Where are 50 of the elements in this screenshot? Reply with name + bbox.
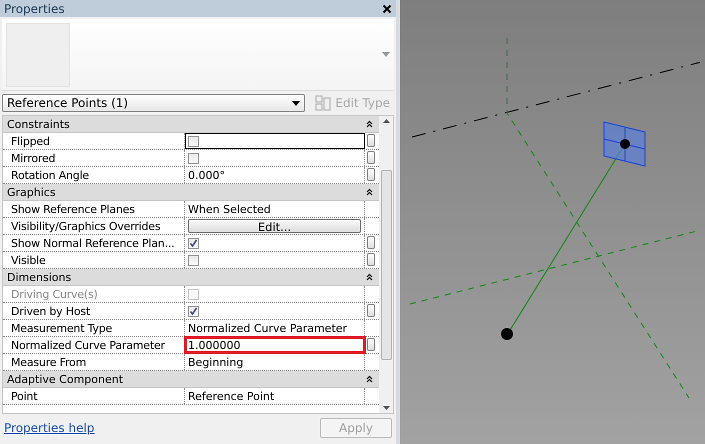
checkbox[interactable] bbox=[188, 238, 199, 248]
collapse-icon[interactable] bbox=[366, 120, 373, 128]
group-header[interactable]: Constraints bbox=[3, 116, 379, 133]
associate-parameter-button[interactable] bbox=[367, 134, 375, 147]
associate-parameter-button[interactable] bbox=[367, 151, 375, 164]
property-label: Normalized Curve Parameter bbox=[3, 337, 185, 353]
checkbox[interactable] bbox=[188, 306, 199, 316]
window-title: Properties bbox=[4, 2, 65, 16]
property-label: Driving Curve(s) bbox=[3, 286, 185, 302]
property-value[interactable]: Normalized Curve Parameter bbox=[188, 322, 348, 334]
property-label: Mirrored bbox=[3, 150, 185, 166]
property-value[interactable]: When Selected bbox=[188, 202, 271, 216]
property-label: Rotation Angle bbox=[3, 167, 185, 183]
property-label: Visibility/Graphics Overrides bbox=[3, 218, 185, 234]
type-selector[interactable]: Reference Points (1) bbox=[2, 94, 306, 112]
collapse-icon[interactable] bbox=[366, 375, 373, 383]
scrollbar[interactable] bbox=[379, 116, 393, 413]
edit-type-icon bbox=[315, 95, 332, 111]
property-label: Measure From bbox=[3, 354, 185, 370]
scroll-down-icon[interactable] bbox=[382, 406, 390, 410]
property-label: Show Reference Planes bbox=[3, 201, 185, 217]
help-link[interactable]: Properties help bbox=[4, 421, 94, 435]
property-value[interactable]: 0.000° bbox=[188, 168, 225, 182]
checkbox[interactable] bbox=[188, 136, 199, 146]
property-value[interactable]: Reference Point bbox=[188, 390, 274, 402]
associate-parameter-button[interactable] bbox=[367, 304, 375, 317]
close-icon[interactable] bbox=[382, 4, 392, 14]
checkbox[interactable] bbox=[188, 254, 199, 266]
type-thumbnail bbox=[6, 22, 70, 86]
property-label: Visible bbox=[3, 252, 185, 268]
group-header[interactable]: Dimensions bbox=[3, 269, 379, 286]
associate-parameter-button[interactable] bbox=[367, 253, 375, 266]
property-value[interactable]: Beginning bbox=[188, 356, 244, 368]
scroll-up-icon[interactable] bbox=[382, 119, 390, 123]
edit-button[interactable]: Edit... bbox=[188, 219, 361, 233]
property-label: Driven by Host bbox=[3, 303, 185, 319]
checkbox[interactable] bbox=[188, 152, 199, 164]
property-label: Flipped bbox=[3, 133, 185, 149]
associate-parameter-button[interactable] bbox=[367, 338, 375, 351]
collapse-icon[interactable] bbox=[366, 273, 373, 281]
collapse-icon[interactable] bbox=[366, 188, 373, 196]
property-label: Show Normal Reference Plan... bbox=[3, 235, 185, 251]
associate-parameter-button[interactable] bbox=[367, 168, 375, 181]
associate-parameter-button[interactable] bbox=[367, 236, 375, 249]
group-header[interactable]: Adaptive Component bbox=[3, 371, 379, 388]
property-label: Point bbox=[3, 388, 185, 404]
property-value[interactable]: 1.000000 bbox=[188, 338, 240, 352]
caret-icon[interactable] bbox=[292, 100, 300, 106]
property-label: Measurement Type bbox=[3, 320, 185, 336]
group-header[interactable]: Graphics bbox=[3, 184, 379, 201]
